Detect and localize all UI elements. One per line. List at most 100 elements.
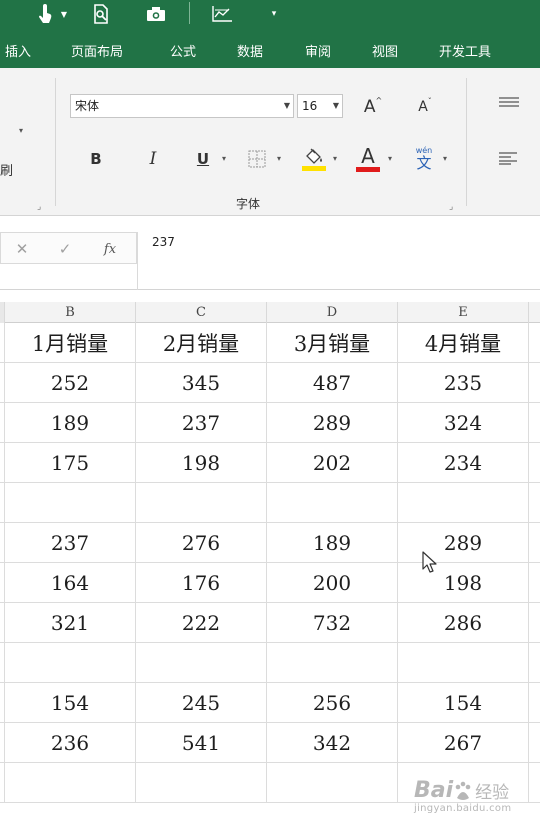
grid-cell[interactable]: 234: [398, 443, 529, 483]
grid-cell[interactable]: 222: [136, 603, 267, 643]
grid-cell-overflow[interactable]: [529, 483, 540, 523]
column-header-c[interactable]: C: [136, 302, 267, 323]
tab-view[interactable]: 视图: [372, 41, 398, 60]
align-top-button[interactable]: [497, 94, 521, 110]
grid-cell[interactable]: [267, 643, 398, 683]
grid-cell[interactable]: 4月销量: [398, 323, 529, 363]
grid-cell[interactable]: [398, 483, 529, 523]
align-left-button[interactable]: [497, 150, 521, 166]
touch-mode-icon[interactable]: [34, 3, 56, 25]
grid-cell-overflow[interactable]: [529, 443, 540, 483]
grid-cell[interactable]: 198: [398, 563, 529, 603]
column-header-d[interactable]: D: [267, 302, 398, 323]
grid-cell[interactable]: 237: [136, 403, 267, 443]
fill-color-button[interactable]: [300, 144, 328, 174]
font-color-dropdown-icon[interactable]: ▾: [388, 154, 392, 163]
grid-cell[interactable]: 154: [5, 683, 136, 723]
phonetic-guide-button[interactable]: wén 文: [410, 142, 438, 174]
column-header-e[interactable]: E: [398, 302, 529, 323]
grid-cell-overflow[interactable]: [529, 683, 540, 723]
grid-cell-overflow[interactable]: [529, 363, 540, 403]
grid-cell[interactable]: 202: [267, 443, 398, 483]
grid-cell[interactable]: [5, 483, 136, 523]
grid-cell[interactable]: 256: [267, 683, 398, 723]
borders-dropdown-icon[interactable]: ▾: [277, 154, 281, 163]
chart-icon[interactable]: [209, 3, 235, 25]
increase-font-size-button[interactable]: A ^: [361, 94, 385, 120]
grid-cell[interactable]: 154: [398, 683, 529, 723]
grid-cell[interactable]: 289: [267, 403, 398, 443]
format-painter-label[interactable]: 刷: [0, 160, 13, 179]
grid-cell[interactable]: 2月销量: [136, 323, 267, 363]
cancel-icon[interactable]: ✕: [10, 237, 34, 261]
font-color-button[interactable]: A: [354, 144, 382, 174]
grid-cell[interactable]: [398, 643, 529, 683]
grid-cell[interactable]: 235: [398, 363, 529, 403]
grid-cell[interactable]: 732: [267, 603, 398, 643]
column-header-b[interactable]: B: [5, 302, 136, 323]
grid-cell-overflow[interactable]: [529, 603, 540, 643]
grid-cell[interactable]: 237: [5, 523, 136, 563]
camera-icon[interactable]: [143, 3, 169, 25]
grid-cell[interactable]: 198: [136, 443, 267, 483]
grid-cell[interactable]: 345: [136, 363, 267, 403]
borders-button[interactable]: [245, 146, 269, 172]
print-preview-icon[interactable]: [89, 3, 113, 25]
grid-cell[interactable]: 276: [136, 523, 267, 563]
formula-input[interactable]: 237: [137, 232, 540, 290]
grid-cell[interactable]: 175: [5, 443, 136, 483]
phonetic-dropdown-icon[interactable]: ▾: [443, 154, 447, 163]
customize-qat-icon[interactable]: ▾: [266, 3, 282, 25]
grid-cell[interactable]: 541: [136, 723, 267, 763]
grid-cell[interactable]: 487: [267, 363, 398, 403]
grid-cell[interactable]: [136, 763, 267, 803]
grid-cell[interactable]: [136, 483, 267, 523]
font-name-dropdown-icon[interactable]: ▼: [284, 95, 290, 117]
grid-cell[interactable]: 236: [5, 723, 136, 763]
bold-button[interactable]: B: [84, 146, 108, 172]
grid-cell[interactable]: 245: [136, 683, 267, 723]
grid-cell[interactable]: 164: [5, 563, 136, 603]
clipboard-launcher-icon[interactable]: ⌟: [37, 202, 41, 212]
font-name-select[interactable]: 宋体 ▼: [70, 94, 294, 118]
grid-cell[interactable]: 324: [398, 403, 529, 443]
tab-insert[interactable]: 插入: [5, 41, 31, 60]
grid-cell[interactable]: 189: [5, 403, 136, 443]
tab-data[interactable]: 数据: [237, 41, 263, 60]
grid-cell-overflow[interactable]: [529, 563, 540, 603]
font-size-select[interactable]: 16 ▼: [297, 94, 343, 118]
dropdown-arrow-icon[interactable]: ▼: [58, 3, 70, 25]
tab-formulas[interactable]: 公式: [170, 41, 196, 60]
grid-cell-overflow[interactable]: [529, 323, 540, 363]
fill-color-dropdown-icon[interactable]: ▾: [333, 154, 337, 163]
grid-cell[interactable]: 1月销量: [5, 323, 136, 363]
grid-cell[interactable]: 176: [136, 563, 267, 603]
grid-cell-overflow[interactable]: [529, 523, 540, 563]
grid-cell[interactable]: [5, 763, 136, 803]
grid-cell-overflow[interactable]: [529, 403, 540, 443]
enter-icon[interactable]: ✓: [53, 237, 77, 261]
font-size-dropdown-icon[interactable]: ▼: [333, 95, 339, 117]
grid-cell[interactable]: [267, 763, 398, 803]
grid-cell[interactable]: 189: [267, 523, 398, 563]
tab-developer[interactable]: 开发工具: [439, 41, 491, 60]
italic-button[interactable]: I: [141, 146, 165, 172]
grid-cell[interactable]: 267: [398, 723, 529, 763]
grid-cell-overflow[interactable]: [529, 763, 540, 803]
grid-cell[interactable]: 321: [5, 603, 136, 643]
grid-cell[interactable]: 252: [5, 363, 136, 403]
tab-page-layout[interactable]: 页面布局: [71, 41, 123, 60]
grid-cell[interactable]: 286: [398, 603, 529, 643]
grid-cell[interactable]: [5, 643, 136, 683]
grid-cell-overflow[interactable]: [529, 643, 540, 683]
format-painter-dropdown[interactable]: ▾: [19, 126, 23, 135]
font-launcher-icon[interactable]: ⌟: [449, 202, 453, 212]
grid-cell[interactable]: [136, 643, 267, 683]
grid-cell[interactable]: 342: [267, 723, 398, 763]
insert-function-button[interactable]: fx: [98, 237, 122, 261]
decrease-font-size-button[interactable]: Aˇ: [413, 94, 437, 120]
underline-dropdown-icon[interactable]: ▾: [222, 154, 226, 163]
tab-review[interactable]: 审阅: [305, 41, 331, 60]
underline-button[interactable]: U: [191, 146, 215, 172]
grid-cell[interactable]: 289: [398, 523, 529, 563]
